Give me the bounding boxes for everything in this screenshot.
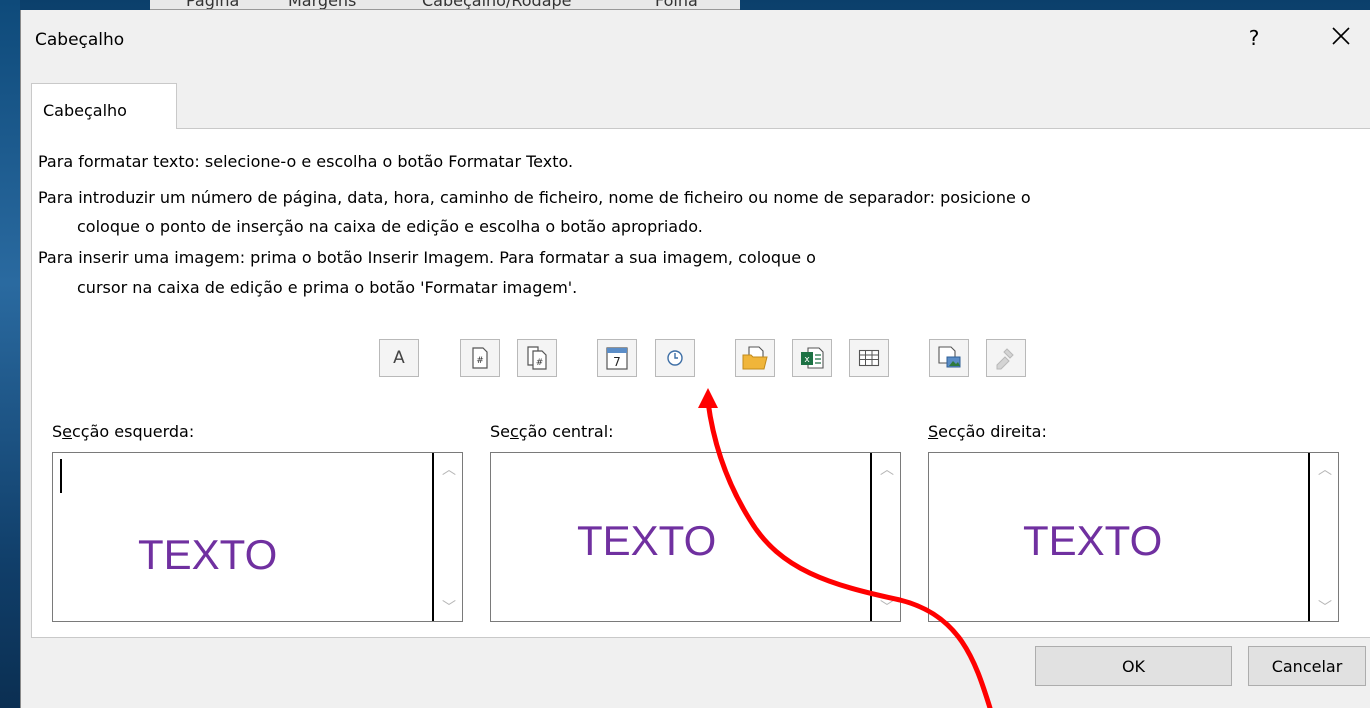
dialog-titlebar: Cabeçalho ?	[21, 10, 1370, 72]
format-picture-button[interactable]	[986, 339, 1026, 377]
instruction-insert-field: Para introduzir um número de página, dat…	[38, 188, 1031, 207]
format-text-icon: A	[393, 348, 405, 368]
date-icon: 7	[606, 347, 628, 370]
svg-text:#: #	[536, 358, 544, 368]
cancel-button[interactable]: Cancelar	[1248, 646, 1366, 686]
scroll-down-icon[interactable]: ﹀	[1318, 597, 1332, 617]
insert-page-number-button[interactable]: #	[460, 339, 500, 377]
left-section-editbox[interactable]: TEXTO ︿ ﹀	[52, 452, 463, 622]
time-icon	[667, 350, 683, 366]
close-button[interactable]	[1327, 22, 1355, 50]
scroll-down-icon[interactable]: ﹀	[880, 597, 894, 617]
instruction-format-text: Para formatar texto: selecione-o e escol…	[38, 152, 574, 171]
insert-sheet-name-button[interactable]	[849, 339, 889, 377]
scroll-down-icon[interactable]: ﹀	[442, 597, 456, 617]
center-section-text: TEXTO	[577, 517, 717, 564]
right-section-editbox[interactable]: TEXTO ︿ ﹀	[928, 452, 1339, 622]
right-section-scrollbar[interactable]: ︿ ﹀	[1308, 453, 1338, 621]
insert-picture-icon	[938, 346, 961, 368]
sheet-name-icon	[858, 349, 880, 367]
insert-time-button[interactable]	[655, 339, 695, 377]
format-picture-icon	[996, 348, 1014, 370]
background-tab-page: Página	[186, 0, 240, 10]
page-number-icon: #	[472, 347, 488, 369]
svg-text:x: x	[804, 355, 810, 365]
header-dialog: Cabeçalho ? Cabeçalho Para formatar text…	[20, 10, 1370, 708]
right-section-label: Secção direita:	[928, 422, 1047, 441]
scroll-up-icon[interactable]: ︿	[442, 459, 456, 479]
left-section-text: TEXTO	[138, 531, 278, 578]
insert-file-path-button[interactable]	[735, 339, 775, 377]
background-page-setup-tabs: Página Margens Cabeçalho/Rodapé Folha	[150, 0, 740, 10]
ok-button[interactable]: OK	[1035, 646, 1232, 686]
text-caret	[60, 459, 62, 493]
insert-date-button[interactable]: 7	[597, 339, 637, 377]
desktop-background	[0, 0, 20, 708]
instruction-insert-field-cont: coloque o ponto de inserção na caixa de …	[77, 217, 703, 236]
left-section-label: Secção esquerda:	[52, 422, 195, 441]
background-tab-margins: Margens	[288, 0, 357, 10]
center-section-editbox[interactable]: TEXTO ︿ ﹀	[490, 452, 901, 622]
help-button[interactable]: ?	[1243, 26, 1265, 50]
center-section-label: Secção central:	[490, 422, 614, 441]
insert-number-of-pages-button[interactable]: #	[517, 339, 557, 377]
background-tab-header-footer: Cabeçalho/Rodapé	[422, 0, 572, 10]
close-icon	[1332, 27, 1350, 45]
instruction-insert-picture: Para inserir uma imagem: prima o botão I…	[38, 248, 816, 267]
background-tab-sheet: Folha	[655, 0, 698, 10]
svg-text:7: 7	[613, 355, 621, 369]
scroll-up-icon[interactable]: ︿	[880, 459, 894, 479]
insert-file-name-button[interactable]: x	[792, 339, 832, 377]
file-name-icon: x	[801, 347, 824, 369]
format-text-button[interactable]: A	[379, 339, 419, 377]
instruction-insert-picture-cont: cursor na caixa de edição e prima o botã…	[77, 278, 578, 297]
number-of-pages-icon: #	[527, 346, 547, 370]
center-section-scrollbar[interactable]: ︿ ﹀	[870, 453, 900, 621]
file-path-icon	[742, 346, 768, 370]
dialog-title: Cabeçalho	[35, 30, 125, 50]
scroll-up-icon[interactable]: ︿	[1318, 459, 1332, 479]
left-section-scrollbar[interactable]: ︿ ﹀	[432, 453, 462, 621]
right-section-text: TEXTO	[1023, 517, 1163, 564]
tab-header[interactable]: Cabeçalho	[31, 83, 177, 129]
svg-text:#: #	[476, 356, 484, 366]
insert-picture-button[interactable]	[929, 339, 969, 377]
